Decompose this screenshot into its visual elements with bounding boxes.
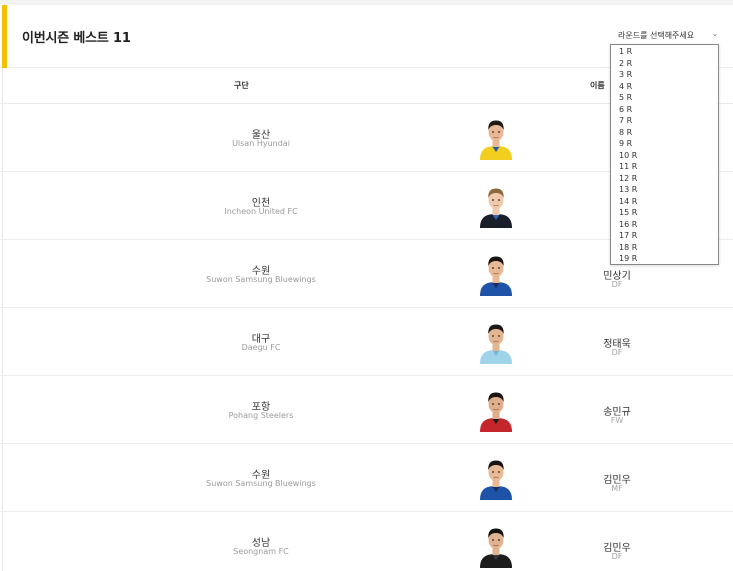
player-photo xyxy=(478,389,514,432)
player-photo xyxy=(478,117,514,160)
chevron-down-icon[interactable]: ⌄ xyxy=(712,30,718,38)
player-photo xyxy=(478,321,514,364)
player-photo xyxy=(478,457,514,500)
player-position: DF xyxy=(611,552,623,561)
club-name-english: Suwon Samsung Bluewings xyxy=(206,275,316,284)
round-option[interactable]: 13 R xyxy=(611,184,718,196)
round-select[interactable]: 라운드를 선택해주세요 xyxy=(618,30,694,41)
table-row: 성남 Seongnam FC 김민우 DF xyxy=(0,512,733,571)
round-option[interactable]: 3 R xyxy=(611,69,718,81)
player-position: DF xyxy=(611,348,623,357)
accent-bar xyxy=(2,5,7,68)
round-option[interactable]: 15 R xyxy=(611,207,718,219)
page-title: 이번시즌 베스트 11 xyxy=(22,31,131,46)
round-option[interactable]: 12 R xyxy=(611,173,718,185)
round-option[interactable]: 19 R xyxy=(611,253,718,264)
club-name-english: Ulsan Hyundai xyxy=(232,139,290,148)
club-name-english: Pohang Steelers xyxy=(228,411,294,420)
round-option[interactable]: 5 R xyxy=(611,92,718,104)
table-row: 수원 Suwon Samsung Bluewings 김민우 MF xyxy=(0,444,733,512)
club-name-english: Seongnam FC xyxy=(233,547,289,556)
round-option[interactable]: 14 R xyxy=(611,196,718,208)
club-name-english: Suwon Samsung Bluewings xyxy=(206,479,316,488)
round-option[interactable]: 17 R xyxy=(611,230,718,242)
table-row: 대구 Daegu FC 정태욱 DF xyxy=(0,308,733,376)
round-option[interactable]: 7 R xyxy=(611,115,718,127)
table-row: 포항 Pohang Steelers 송민규 FW xyxy=(0,376,733,444)
player-photo xyxy=(478,185,514,228)
player-position: MF xyxy=(611,484,623,493)
player-position: FW xyxy=(610,416,624,425)
club-name-english: Daegu FC xyxy=(241,343,281,352)
round-option[interactable]: 9 R xyxy=(611,138,718,150)
round-option[interactable]: 11 R xyxy=(611,161,718,173)
round-option[interactable]: 10 R xyxy=(611,150,718,162)
player-photo xyxy=(478,525,514,568)
round-option[interactable]: 1 R xyxy=(611,46,718,58)
player-position: DF xyxy=(611,280,623,289)
column-header-name: 이름 xyxy=(590,81,605,90)
round-option[interactable]: 4 R xyxy=(611,81,718,93)
round-option[interactable]: 16 R xyxy=(611,219,718,231)
round-option[interactable]: 6 R xyxy=(611,104,718,116)
round-option[interactable]: 2 R xyxy=(611,58,718,70)
player-photo xyxy=(478,253,514,296)
round-dropdown-list[interactable]: 1 R2 R3 R4 R5 R6 R7 R8 R9 R 10 R 11 R 12 R1… xyxy=(610,44,719,265)
round-option[interactable]: 18 R xyxy=(611,242,718,254)
club-name-english: Incheon United FC xyxy=(224,207,298,216)
column-header-club: 구단 xyxy=(234,81,249,90)
round-option[interactable]: 8 R xyxy=(611,127,718,139)
